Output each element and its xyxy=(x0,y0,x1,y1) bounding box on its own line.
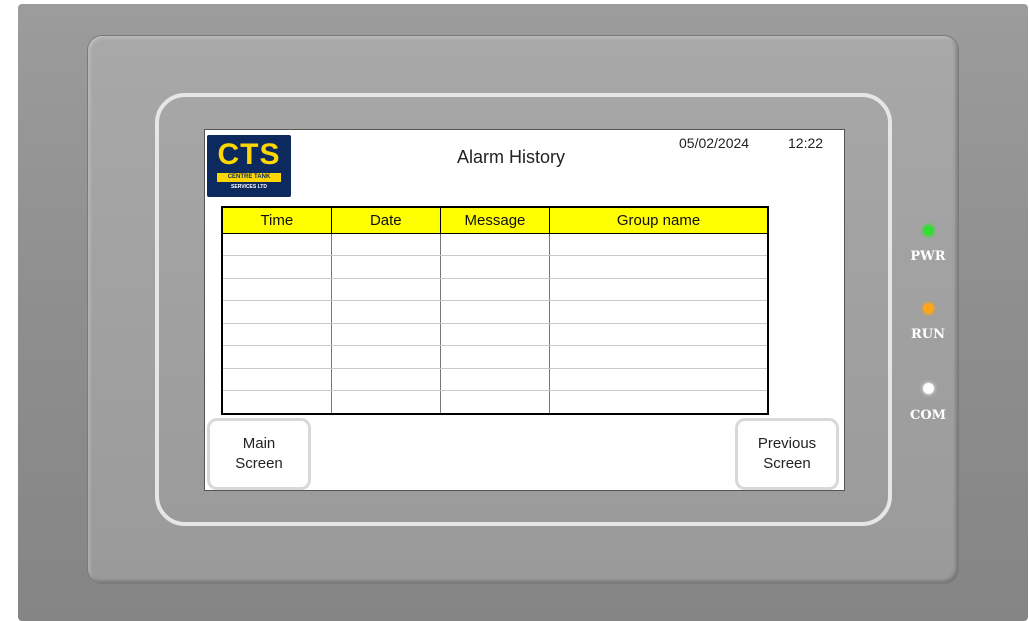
table-row xyxy=(221,277,769,302)
main-screen-button[interactable]: Main Screen xyxy=(207,418,311,490)
date-display: 05/02/2024 xyxy=(679,135,750,151)
table-cell xyxy=(439,322,551,347)
table-header-row: Time Date Message Group name xyxy=(221,206,769,234)
column-header-time: Time xyxy=(221,206,332,234)
table-cell xyxy=(549,367,769,392)
table-cell xyxy=(221,367,332,392)
table-row xyxy=(221,300,769,324)
table-cell xyxy=(221,255,332,279)
column-header-date: Date xyxy=(330,206,441,234)
table-cell xyxy=(549,232,769,257)
column-header-message: Message xyxy=(439,206,551,234)
table-cell xyxy=(439,390,551,415)
table-cell xyxy=(221,345,332,369)
pwr-label: PWR xyxy=(910,249,946,264)
page-title: Alarm History xyxy=(456,147,565,167)
table-cell xyxy=(439,367,551,392)
table-cell xyxy=(439,300,551,324)
table-row xyxy=(221,255,769,279)
logo-band: CENTRE TANK xyxy=(217,173,281,182)
pwr-led-icon xyxy=(923,225,934,236)
table-cell xyxy=(549,322,769,347)
table-cell xyxy=(439,345,551,369)
table-cell xyxy=(439,232,551,257)
logo-letters: CTS xyxy=(217,138,281,171)
table-row xyxy=(221,367,769,392)
table-cell xyxy=(330,345,441,369)
table-row xyxy=(221,232,769,257)
alarm-table-body xyxy=(221,232,769,415)
table-cell xyxy=(549,277,769,302)
hmi-screen: CTS CENTRE TANK SERVICES LTD Alarm Histo… xyxy=(204,129,845,491)
company-logo: CTS CENTRE TANK SERVICES LTD xyxy=(207,135,291,197)
table-cell xyxy=(330,300,441,324)
time-display: 12:22 xyxy=(788,135,824,151)
table-row xyxy=(221,345,769,369)
table-cell xyxy=(330,232,441,257)
column-header-group-name: Group name xyxy=(549,206,769,234)
table-cell xyxy=(221,322,332,347)
table-cell xyxy=(439,255,551,279)
table-cell xyxy=(330,277,441,302)
table-cell xyxy=(221,277,332,302)
com-label: COM xyxy=(909,408,947,423)
table-cell xyxy=(330,322,441,347)
table-cell xyxy=(330,390,441,415)
table-cell xyxy=(549,255,769,279)
com-led-icon xyxy=(923,383,934,394)
previous-screen-button[interactable]: Previous Screen xyxy=(735,418,839,490)
logo-subtitle: SERVICES LTD xyxy=(231,184,267,190)
table-cell xyxy=(221,300,332,324)
table-cell xyxy=(439,277,551,302)
table-cell xyxy=(330,255,441,279)
run-led-icon xyxy=(923,303,934,314)
run-label: RUN xyxy=(910,327,946,342)
alarm-history-table: Time Date Message Group name xyxy=(221,206,769,415)
table-cell xyxy=(221,390,332,415)
table-cell xyxy=(549,345,769,369)
table-cell xyxy=(330,367,441,392)
table-cell xyxy=(549,300,769,324)
table-cell xyxy=(221,232,332,257)
table-row xyxy=(221,322,769,347)
table-cell xyxy=(549,390,769,415)
table-row xyxy=(221,390,769,415)
